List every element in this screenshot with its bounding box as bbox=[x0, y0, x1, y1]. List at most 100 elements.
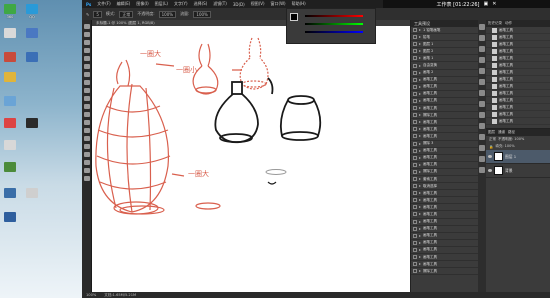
checkbox[interactable] bbox=[413, 91, 417, 96]
desktop-icon[interactable] bbox=[26, 4, 38, 14]
history-item[interactable]: 画笔工具 bbox=[486, 90, 550, 97]
checkbox[interactable] bbox=[413, 184, 417, 189]
history-item[interactable]: 画笔工具 bbox=[486, 55, 550, 62]
expand-triangle-icon[interactable] bbox=[419, 234, 421, 237]
toolbox-tool-icon[interactable] bbox=[84, 160, 90, 165]
tool-preset-item[interactable]: 画笔工具 bbox=[411, 84, 478, 91]
flow-field[interactable]: 100% bbox=[193, 10, 211, 18]
canvas[interactable]: 一圈大 一圈小 一圈大 bbox=[92, 26, 412, 292]
tool-preset-item[interactable]: 画笔工具 bbox=[411, 155, 478, 162]
checkbox[interactable] bbox=[413, 141, 417, 146]
toolbox-tool-icon[interactable] bbox=[84, 112, 90, 117]
toolbox-tool-icon[interactable] bbox=[84, 152, 90, 157]
opacity-field[interactable]: 100% bbox=[158, 10, 177, 18]
toolbox-tool-icon[interactable] bbox=[84, 88, 90, 93]
expand-triangle-icon[interactable] bbox=[419, 213, 421, 216]
expand-triangle-icon[interactable] bbox=[419, 71, 421, 74]
lock-icon[interactable]: 🔒 bbox=[489, 145, 493, 149]
checkbox[interactable] bbox=[413, 269, 417, 274]
panel-toggle-icon[interactable] bbox=[479, 46, 485, 52]
layer-row[interactable]: 图层 1 bbox=[486, 150, 550, 164]
panel-toggle-icon[interactable] bbox=[479, 35, 485, 41]
tool-preset-item[interactable]: 画笔工具 bbox=[411, 254, 478, 262]
toolbox-tool-icon[interactable] bbox=[84, 136, 90, 141]
menu-item[interactable]: 视图(V) bbox=[251, 1, 265, 7]
tab-layers[interactable]: 图层 bbox=[488, 130, 495, 135]
menu-item[interactable]: 选择(S) bbox=[194, 1, 208, 7]
tab-channels[interactable]: 通道 bbox=[498, 130, 505, 135]
desktop-icon[interactable] bbox=[4, 72, 16, 82]
history-item[interactable]: 画笔工具 bbox=[486, 34, 550, 41]
history-item[interactable]: 画笔工具 bbox=[486, 97, 550, 104]
toolbox-tool-icon[interactable] bbox=[84, 120, 90, 125]
layer-opacity[interactable]: 不透明度: 100% bbox=[498, 137, 524, 142]
panel-toggle-icon[interactable] bbox=[479, 79, 485, 85]
tool-preset-item[interactable]: 画笔工具 bbox=[411, 133, 478, 141]
expand-triangle-icon[interactable] bbox=[419, 149, 421, 152]
checkbox[interactable] bbox=[413, 262, 417, 267]
expand-triangle-icon[interactable] bbox=[419, 227, 421, 230]
checkbox[interactable] bbox=[413, 127, 417, 132]
desktop-icon[interactable] bbox=[4, 140, 16, 150]
tool-preset-item[interactable]: 画笔工具 bbox=[411, 77, 478, 84]
toolbox-tool-icon[interactable] bbox=[84, 32, 90, 37]
history-item[interactable]: 画笔工具 bbox=[486, 83, 550, 90]
expand-triangle-icon[interactable] bbox=[419, 248, 421, 251]
menu-item[interactable]: 图层(L) bbox=[155, 1, 168, 7]
tab-actions[interactable]: 动作 bbox=[505, 21, 512, 26]
expand-triangle-icon[interactable] bbox=[419, 50, 421, 53]
checkbox[interactable] bbox=[413, 162, 417, 167]
history-item[interactable]: 画笔工具 bbox=[486, 76, 550, 83]
mode-select[interactable]: 正常 bbox=[119, 10, 134, 18]
panel-toggle-icon[interactable] bbox=[479, 134, 485, 140]
expand-triangle-icon[interactable] bbox=[419, 206, 421, 209]
toolbox-tool-icon[interactable] bbox=[84, 72, 90, 77]
panel-toggle-icon[interactable] bbox=[479, 57, 485, 63]
toolbox-tool-icon[interactable] bbox=[84, 48, 90, 53]
menu-item[interactable]: 3D(D) bbox=[233, 2, 245, 7]
checkbox[interactable] bbox=[413, 70, 417, 75]
tool-preset-item[interactable]: 画笔工具 bbox=[411, 240, 478, 247]
expand-triangle-icon[interactable] bbox=[419, 170, 421, 173]
tool-preset-item[interactable]: 画笔工具 bbox=[411, 261, 478, 269]
history-item[interactable]: 画笔工具 bbox=[486, 118, 550, 125]
expand-triangle-icon[interactable] bbox=[419, 57, 421, 60]
toolbox-tool-icon[interactable] bbox=[84, 168, 90, 173]
tool-preset-item[interactable]: 铅笔 bbox=[411, 34, 478, 42]
expand-triangle-icon[interactable] bbox=[419, 128, 421, 131]
toolbox-tool-icon[interactable] bbox=[84, 40, 90, 45]
desktop-icon[interactable] bbox=[4, 212, 16, 222]
checkbox[interactable] bbox=[413, 233, 417, 238]
history-item[interactable]: 画笔工具 bbox=[486, 69, 550, 76]
expand-triangle-icon[interactable] bbox=[419, 29, 421, 32]
desktop-icon[interactable] bbox=[4, 162, 16, 172]
desktop-icon[interactable] bbox=[26, 188, 38, 198]
checkbox[interactable] bbox=[413, 148, 417, 153]
tool-preset-item[interactable]: 自由变换 bbox=[411, 62, 478, 70]
history-item[interactable]: 画笔工具 bbox=[486, 111, 550, 118]
tool-preset-item[interactable]: 画笔工具 bbox=[411, 190, 478, 198]
toolbox-tool-icon[interactable] bbox=[84, 56, 90, 61]
tool-preset-item[interactable]: 画笔 1 bbox=[411, 55, 478, 63]
history-item[interactable]: 画笔工具 bbox=[486, 62, 550, 69]
brush-tool-icon[interactable]: ✎ bbox=[86, 12, 89, 17]
tool-preset-item[interactable]: 擦除工具 bbox=[411, 268, 478, 276]
tab-history[interactable]: 历史记录 bbox=[488, 21, 502, 26]
desktop-icon[interactable] bbox=[26, 118, 38, 128]
panel-toggle-icon[interactable] bbox=[479, 112, 485, 118]
menu-item[interactable]: 文件(F) bbox=[97, 1, 110, 7]
layer-fill[interactable]: 填充: 100% bbox=[495, 144, 514, 149]
expand-triangle-icon[interactable] bbox=[419, 99, 421, 102]
checkbox[interactable] bbox=[413, 84, 417, 89]
checkbox[interactable] bbox=[413, 255, 417, 260]
tool-preset-item[interactable]: 画笔工具 bbox=[411, 162, 478, 169]
tool-preset-item[interactable]: 图层 2 bbox=[411, 48, 478, 56]
tool-preset-item[interactable]: 套索工具 bbox=[411, 176, 478, 184]
desktop-icon[interactable] bbox=[4, 96, 16, 106]
tool-preset-item[interactable]: 擦除工具 bbox=[411, 112, 478, 120]
checkbox[interactable] bbox=[413, 169, 417, 174]
checkbox[interactable] bbox=[413, 155, 417, 160]
expand-triangle-icon[interactable] bbox=[419, 142, 421, 145]
tool-preset-item[interactable]: 画笔工具 bbox=[411, 233, 478, 240]
panel-toggle-icon[interactable] bbox=[479, 167, 485, 173]
